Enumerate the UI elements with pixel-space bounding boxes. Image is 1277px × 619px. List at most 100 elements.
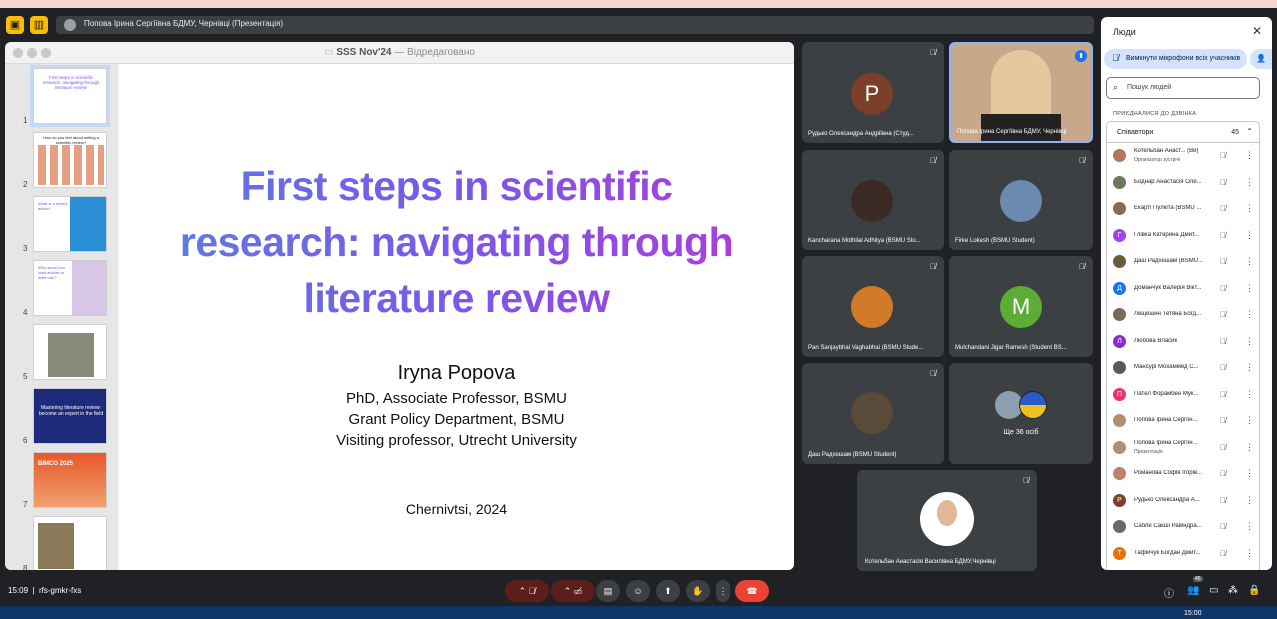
participant-row[interactable]: Даш Радхешам (BSMU... 🎙̸ ⋮ (1107, 249, 1259, 275)
slide-thumbnail-3[interactable]: What is a review article? (33, 196, 107, 252)
slide-thumbnail-7[interactable]: BIMCO 2025 (33, 452, 107, 508)
participant-row[interactable]: Романова Софія Ігорів... 🎙̸ ⋮ (1107, 461, 1259, 487)
lock-icon[interactable]: 🔒 (1248, 585, 1260, 596)
folder-icon[interactable]: ▣ (6, 16, 24, 34)
slide-number: 1 (23, 116, 28, 125)
participant-tile[interactable]: 🎙̸ P Рудько Олександра Андріївна (Студ..… (802, 42, 944, 143)
participant-row[interactable]: Р Рудько Олександра А... 🎙̸ ⋮ (1107, 488, 1259, 514)
more-vert-icon[interactable]: ⋮ (1245, 415, 1254, 426)
slide-number: 7 (23, 500, 28, 509)
participant-row[interactable]: Г Глівка Катерина Дмит... 🎙̸ ⋮ (1107, 223, 1259, 249)
more-vert-icon[interactable]: ⋮ (1245, 495, 1254, 506)
more-vert-icon[interactable]: ⋮ (1245, 548, 1254, 559)
participant-row[interactable]: Мансурі Мохаммед С... 🎙̸ ⋮ (1107, 355, 1259, 381)
participant-row[interactable]: П Пател Форамбен Мук... 🎙̸ ⋮ (1107, 382, 1259, 408)
group-header[interactable]: Співавтори 45 ⌃ (1106, 121, 1260, 143)
add-people-icon[interactable]: 👤 (1250, 49, 1272, 69)
hang-up-icon: ☎ (746, 586, 758, 596)
active-speaker-tile[interactable]: ▮ Попова Ірина Сергіївна БДМУ, Чернівці (949, 42, 1093, 143)
slide-thumbnail-6[interactable]: Mastering literature review: become an e… (33, 388, 107, 444)
more-vert-icon[interactable]: ⋮ (1245, 336, 1254, 347)
mic-off-icon: 🎙̸ (1220, 283, 1226, 293)
avatar (1019, 391, 1047, 419)
participant-row[interactable]: Д Доманчук Валерія Вікт... 🎙̸ ⋮ (1107, 276, 1259, 302)
slide-thumbnail-4[interactable]: Why would you read articles or write one… (33, 260, 107, 316)
more-vert-icon[interactable]: ⋮ (1245, 203, 1254, 214)
mic-off-icon: 🎙̸ (1079, 262, 1085, 271)
participant-tile[interactable]: 🎙̸ Firke Lokesh (BSMU Student) (949, 150, 1093, 250)
meeting-top-bar: ▣ ▥ Попова Ірина Сергіївна БДМУ, Чернівц… (0, 9, 1094, 37)
more-vert-icon[interactable]: ⋮ (1245, 362, 1254, 373)
people-search-input[interactable]: ⌕ Пошук людей (1106, 77, 1260, 99)
meeting-controls-bar: 15:09 | rfs-gmkr-fxs ⌃ 🎙̸ ⌃ ▭̸ ▤ ☺ ⬆ ✋ ⋮… (0, 576, 1277, 606)
author-name: Iryna Popova (397, 362, 516, 384)
avatar (920, 492, 974, 546)
more-vert-icon[interactable]: ⋮ (1245, 177, 1254, 188)
avatar-face (937, 500, 957, 526)
participant-row[interactable]: Сабле Сакші Равіндра... 🎙̸ ⋮ (1107, 514, 1259, 540)
more-vert-icon[interactable]: ⋮ (1245, 150, 1254, 161)
participant-row[interactable]: Котельбан Анаст... (Ви) Організатор зустр… (1107, 143, 1259, 169)
participant-tile[interactable]: 🎙̸ M Mulchandani Jigar Ramesh (Student B… (949, 256, 1093, 357)
activities-icon[interactable]: ⁂ (1228, 585, 1238, 596)
more-vert-icon[interactable]: ⋮ (1245, 309, 1254, 320)
participant-tile[interactable]: 🎙̸ Kancharana Mothilal Adhitya (BSMU Stu… (802, 150, 944, 250)
mic-toggle-button[interactable]: ⌃ 🎙̸ (505, 580, 549, 602)
avatar (851, 392, 893, 434)
mic-off-icon: 🎙̸ (930, 48, 936, 57)
participant-tile[interactable]: 🎙̸ Даш Радхешам (BSMU Student) (802, 363, 944, 464)
participant-row[interactable]: Боднар Анастасія Оле... 🎙̸ ⋮ (1107, 170, 1259, 196)
more-vert-icon[interactable]: ⋮ (1245, 283, 1254, 294)
more-options-button[interactable]: ⋮ (716, 580, 730, 602)
participant-name: Попова Ірина Сергіївна БДМУ, Чернівці (957, 129, 1067, 135)
more-vert-icon[interactable]: ⋮ (1245, 389, 1254, 400)
participant-tile[interactable]: 🎙̸ Pan Sanjaybhai Vaghabhai (BSMU Stude.… (802, 256, 944, 357)
participant-name: Тафійчук Богдан Дмит... (1134, 549, 1201, 556)
captions-button[interactable]: ▤ (596, 580, 620, 602)
more-vert-icon[interactable]: ⋮ (1245, 521, 1254, 532)
avatar (1113, 149, 1126, 162)
leave-call-button[interactable]: ☎ (735, 580, 769, 602)
avatar: P (851, 73, 893, 115)
more-participants-tile[interactable]: Ще 36 осіб (949, 363, 1093, 464)
more-vert-icon[interactable]: ⋮ (1245, 468, 1254, 479)
camera-toggle-button[interactable]: ⌃ ▭̸ (551, 580, 595, 602)
participant-name: Даш Радхешам (BSMU Student) (808, 452, 897, 458)
mic-off-icon: 🎙̸ (1220, 363, 1226, 372)
slide-thumbnail-2[interactable]: How do you feel about writing a scientif… (33, 132, 107, 188)
participant-row[interactable]: Т Тафійчук Богдан Дмит... 🎙̸ ⋮ (1107, 541, 1259, 567)
chat-icon[interactable]: ▭ (1209, 585, 1218, 596)
mic-off-icon: 🎙̸ (1023, 476, 1029, 485)
raise-hand-button[interactable]: ✋ (686, 580, 710, 602)
more-vert-icon[interactable]: ⋮ (1245, 442, 1254, 453)
participant-row[interactable]: Попова Ірина Сергіїн... 🎙̸ ⋮ (1107, 408, 1259, 434)
avatar (1113, 175, 1126, 189)
mic-off-icon: 🎙̸ (1220, 548, 1226, 558)
info-icon[interactable]: ⓘ (1164, 585, 1174, 600)
slide-number: 2 (23, 180, 28, 189)
slide-thumbnail-8[interactable] (33, 516, 107, 570)
mic-off-icon: 🎙̸ (1112, 53, 1119, 63)
more-vert-icon[interactable]: ⋮ (1245, 256, 1254, 267)
present-button[interactable]: ⬆ (656, 580, 680, 602)
participant-row[interactable]: Екарті Пулкіта (BSMU ... 🎙̸ ⋮ (1107, 196, 1259, 222)
more-vert-icon[interactable]: ⋮ (1245, 230, 1254, 241)
participant-row[interactable]: Попова Ірина Сергіїн... Презентація 🎙̸ ⋮ (1107, 435, 1259, 461)
slide-thumbnail-5[interactable] (33, 324, 107, 380)
emoji-button[interactable]: ☺ (626, 580, 650, 602)
mic-off-icon: 🎙̸ (1220, 230, 1226, 240)
participant-tile[interactable]: 🎙̸ Котельбан Анастасія Василівна БДМУ,Че… (857, 470, 1037, 571)
close-icon[interactable]: ✕ (1252, 24, 1262, 38)
participant-row[interactable]: Лещешин Тетяна Богд... 🎙̸ ⋮ (1107, 302, 1259, 328)
participant-name: Романова Софія Ігорів... (1134, 470, 1203, 476)
title-line: literature review (303, 275, 610, 321)
participant-row[interactable]: Л Любова Власик 🎙̸ ⋮ (1107, 329, 1259, 355)
participant-name: Глівка Катерина Дмит... (1134, 231, 1200, 238)
slide-thumbnail-1[interactable]: First steps in scientific research: navi… (30, 65, 110, 127)
presentation-icon[interactable]: ▥ (30, 16, 48, 34)
people-icon[interactable]: 👥 (1187, 585, 1199, 596)
keynote-titlebar: ▭ SSS Nov'24 — Відредаговано (5, 42, 794, 64)
mute-all-button[interactable]: 🎙̸ Вимкнути мікрофони всіх учасників (1104, 49, 1247, 69)
avatar: Г (1113, 228, 1126, 242)
avatar (851, 286, 893, 328)
